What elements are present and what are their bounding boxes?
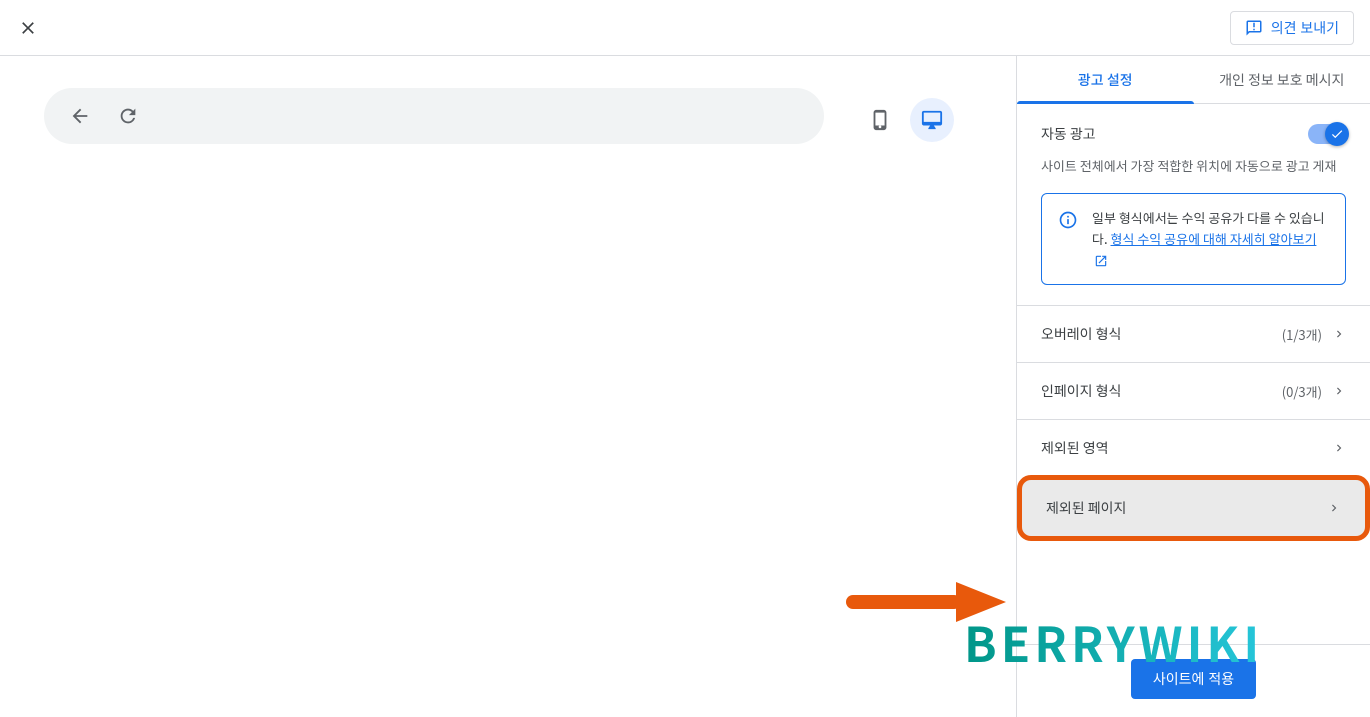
info-icon (1058, 210, 1078, 230)
row-count: (1/3개) (1282, 325, 1322, 344)
tab-privacy-messages[interactable]: 개인 정보 보호 메시지 (1194, 56, 1370, 103)
info-link[interactable]: 형식 수익 공유에 대해 자세히 알아보기 (1092, 229, 1316, 269)
chevron-right-icon (1332, 327, 1346, 341)
feedback-button[interactable]: 의견 보내기 (1230, 11, 1354, 45)
check-icon (1330, 127, 1344, 141)
watermark: BERRYWIKI (964, 606, 1263, 676)
arrow-left-icon (69, 105, 91, 127)
device-mobile-button[interactable] (858, 98, 902, 142)
feedback-icon (1245, 19, 1263, 37)
close-button[interactable] (16, 16, 40, 40)
chevron-right-icon (1327, 501, 1341, 515)
desktop-icon (921, 109, 943, 131)
external-link-icon (1094, 254, 1108, 268)
tab-ad-settings[interactable]: 광고 설정 (1017, 56, 1194, 103)
row-count: (0/3개) (1282, 382, 1322, 401)
row-excluded-pages[interactable]: 제외된 페이지 (1017, 475, 1370, 541)
auto-ads-toggle[interactable] (1308, 124, 1346, 144)
preview-area (0, 56, 1016, 717)
row-excluded-areas[interactable]: 제외된 영역 (1017, 419, 1370, 476)
row-label: 인페이지 형식 (1041, 381, 1121, 401)
row-label: 제외된 영역 (1041, 438, 1109, 458)
phone-icon (869, 109, 891, 131)
settings-tabs: 광고 설정 개인 정보 보호 메시지 (1017, 56, 1370, 104)
reload-icon (117, 105, 139, 127)
row-label: 제외된 페이지 (1046, 498, 1126, 518)
annotation-arrow (846, 582, 1006, 622)
back-button[interactable] (68, 104, 92, 128)
chevron-right-icon (1332, 384, 1346, 398)
chevron-right-icon (1332, 441, 1346, 455)
info-box: 일부 형식에서는 수익 공유가 다를 수 있습니다. 형식 수익 공유에 대해 … (1041, 193, 1346, 285)
close-icon (18, 18, 38, 38)
device-desktop-button[interactable] (910, 98, 954, 142)
auto-ads-label: 자동 광고 (1041, 124, 1096, 144)
feedback-label: 의견 보내기 (1271, 18, 1339, 38)
preview-toolbar (44, 88, 824, 144)
toggle-knob (1325, 122, 1349, 146)
row-inpage-format[interactable]: 인페이지 형식 (0/3개) (1017, 362, 1370, 419)
reload-button[interactable] (116, 104, 140, 128)
auto-ads-description: 사이트 전체에서 가장 적합한 위치에 자동으로 광고 게재 (1041, 156, 1346, 177)
row-label: 오버레이 형식 (1041, 324, 1121, 344)
row-overlay-format[interactable]: 오버레이 형식 (1/3개) (1017, 305, 1370, 362)
